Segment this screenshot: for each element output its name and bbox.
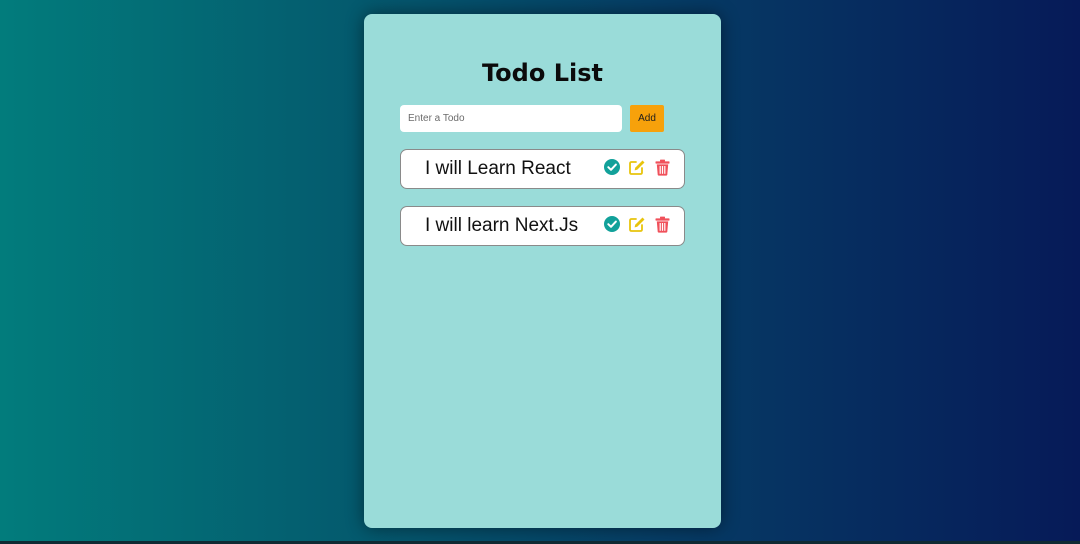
edit-icon[interactable] <box>628 215 646 233</box>
edit-icon[interactable] <box>628 158 646 176</box>
todo-item: I will Learn React <box>400 149 685 189</box>
todo-item: I will learn Next.Js <box>400 206 685 246</box>
todo-list: I will Learn React I will learn Next.Js <box>400 149 685 263</box>
todo-actions <box>603 158 671 176</box>
add-button[interactable]: Add <box>630 105 664 132</box>
todo-text: I will learn Next.Js <box>425 215 579 236</box>
check-circle-icon[interactable] <box>603 215 621 233</box>
todo-text: I will Learn React <box>425 158 571 179</box>
todo-card: Todo List Add I will Learn React <box>364 14 721 528</box>
todo-input[interactable] <box>400 105 622 132</box>
trash-icon[interactable] <box>653 215 671 233</box>
trash-icon[interactable] <box>653 158 671 176</box>
check-circle-icon[interactable] <box>603 158 621 176</box>
page-title: Todo List <box>482 59 603 87</box>
todo-actions <box>603 215 671 233</box>
